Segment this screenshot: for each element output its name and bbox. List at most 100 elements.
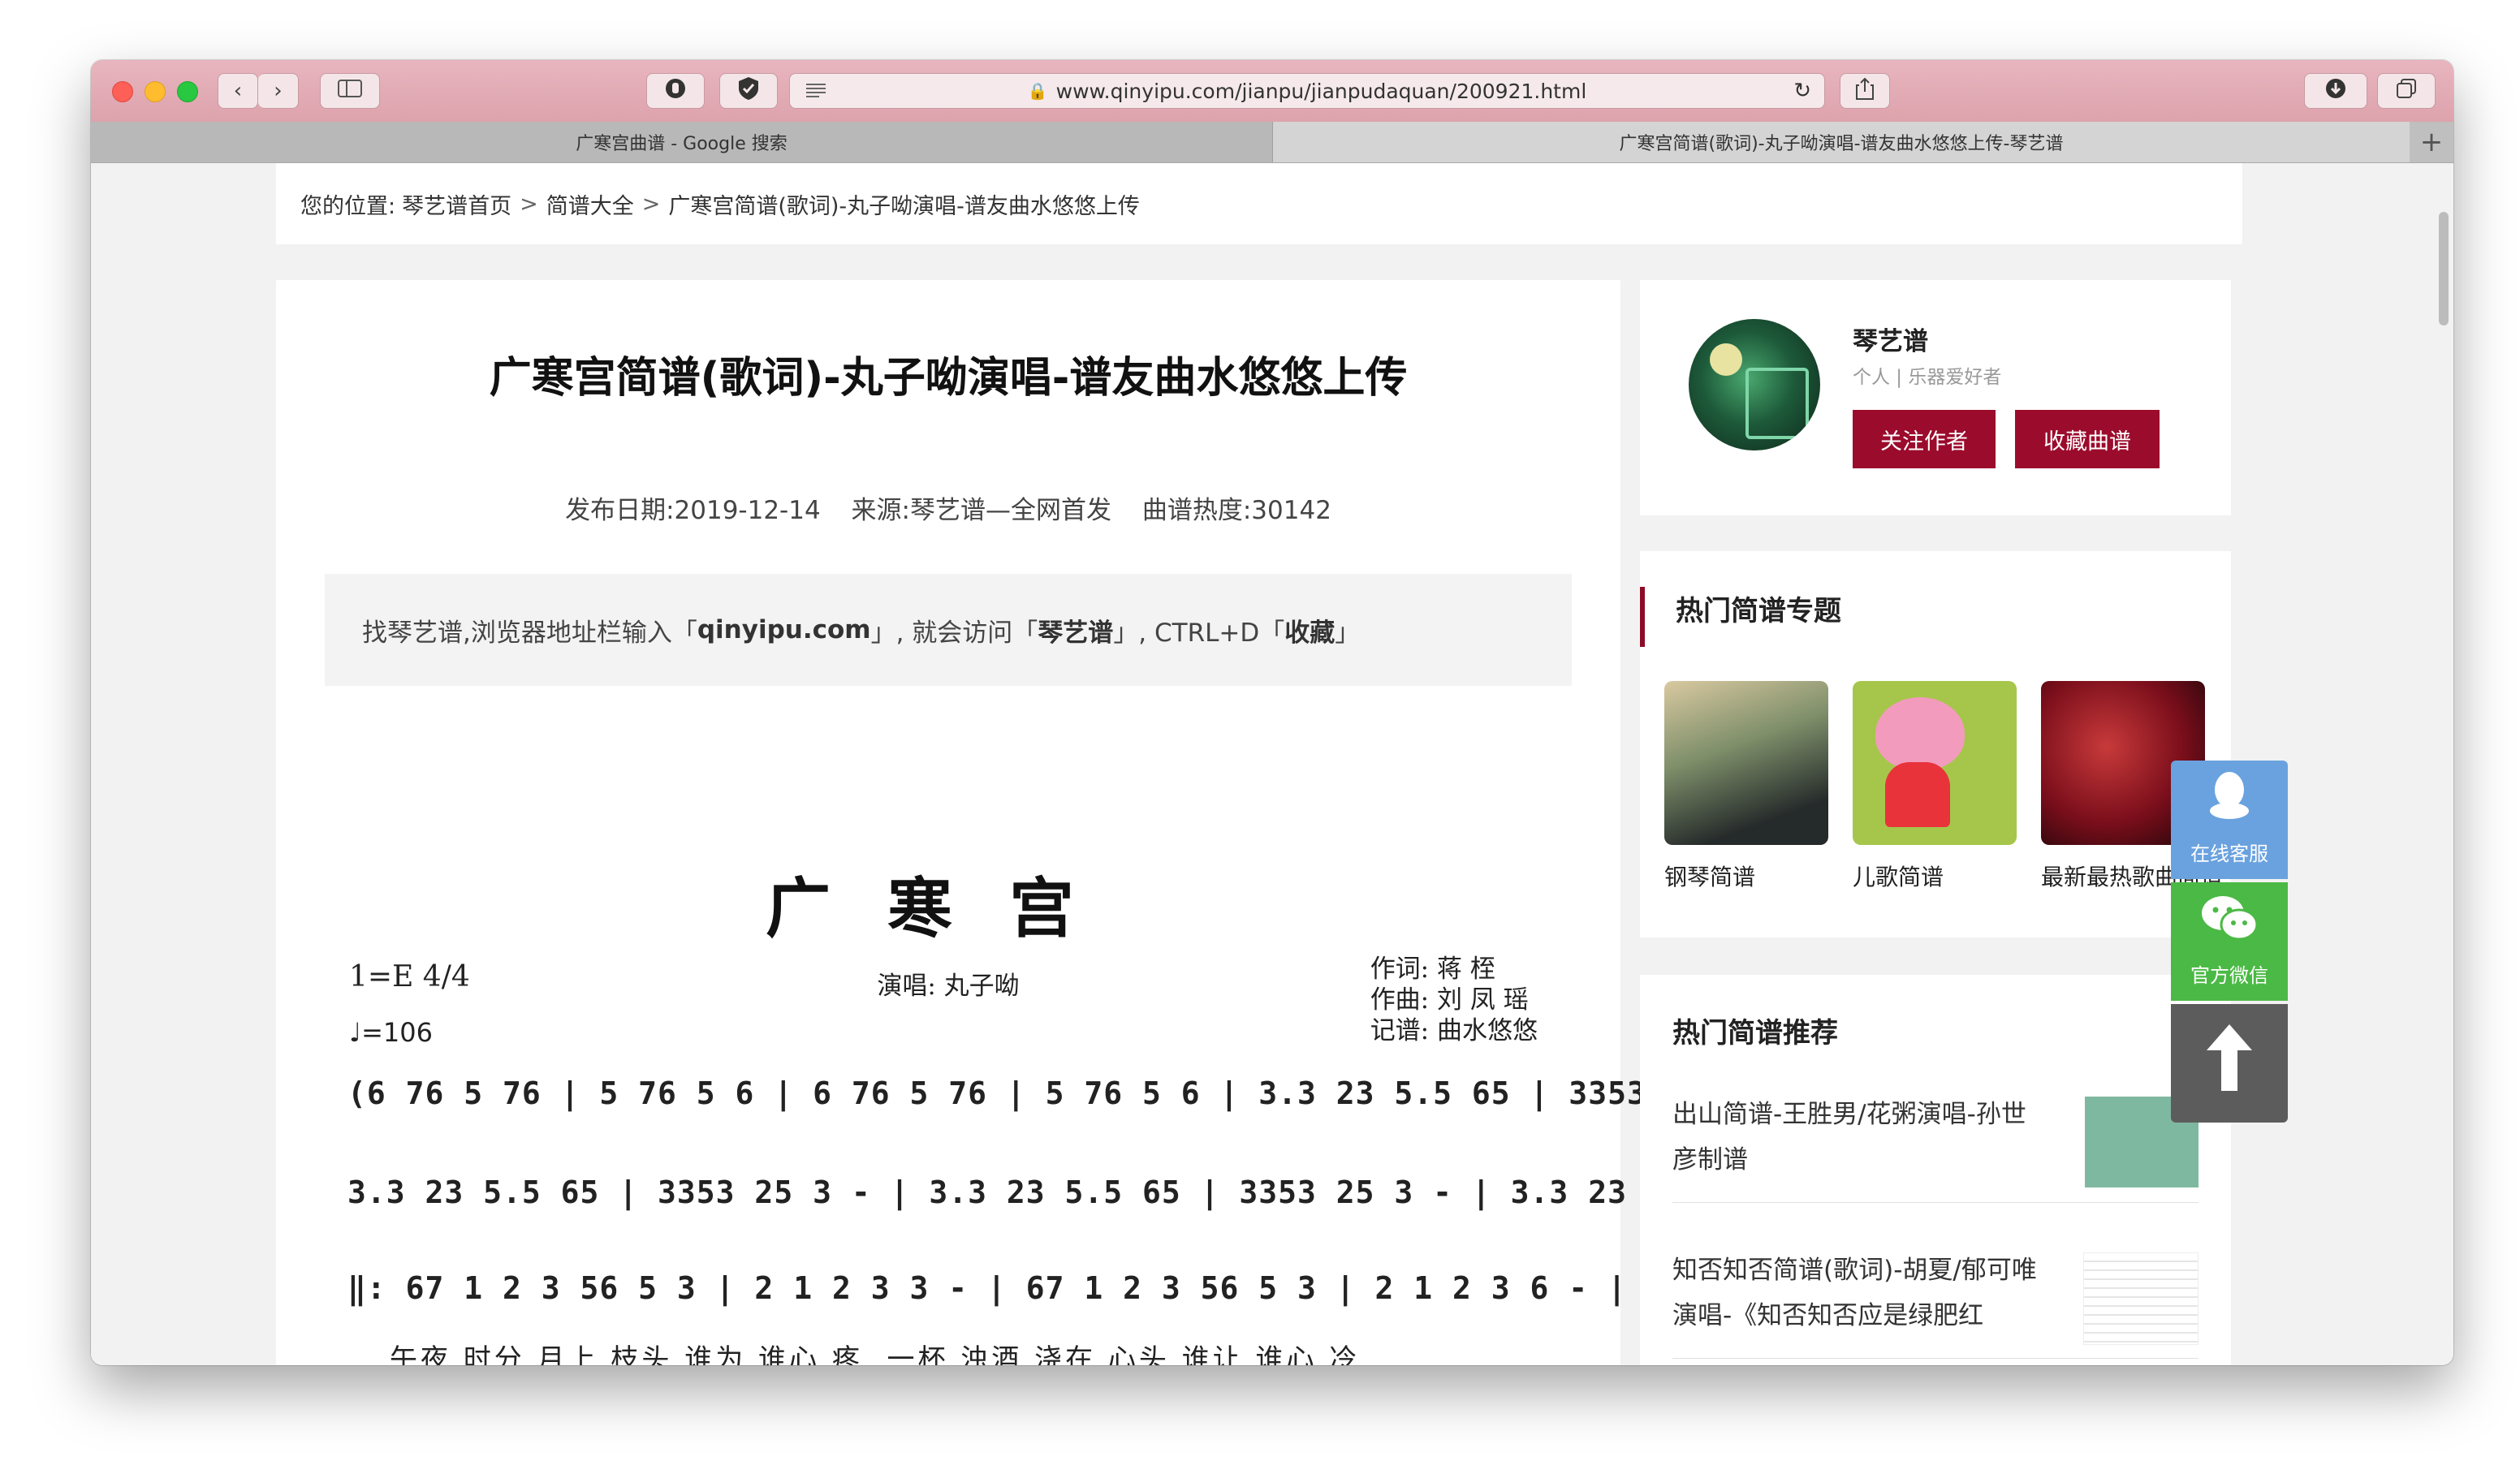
sheet-music-image: 广寒宫 1=E 4/4 ♩=106 演唱: 丸子呦 作词: 蒋 桎 作曲: 刘 … xyxy=(325,735,2072,1365)
piano-topic-thumbnail[interactable] xyxy=(1664,681,1828,845)
plus-icon: + xyxy=(2419,126,2444,158)
hand-icon xyxy=(664,77,687,106)
author-subtitle: 个人 | 乐器爱好者 xyxy=(1853,367,2002,388)
breadcrumb-separator: > xyxy=(520,191,538,217)
collect-score-button[interactable]: 收藏曲谱 xyxy=(2015,410,2160,468)
topic-label-kids[interactable]: 儿歌简谱 xyxy=(1853,860,1944,892)
notice-domain: qinyipu.com xyxy=(697,615,871,644)
reader-icon[interactable] xyxy=(805,80,827,103)
scrollbar[interactable] xyxy=(2439,212,2449,325)
list-item-line: 出山简谱-王胜男/花粥演唱-孙世 xyxy=(1672,1100,2026,1129)
address-bar[interactable]: 🔒 www.qinyipu.com/jianpu/jianpudaquan/20… xyxy=(789,73,1825,109)
hot-recommend-panel: 热门简谱推荐 出山简谱-王胜男/花粥演唱-孙世 彦制谱 知否知否简谱(歌词)-胡… xyxy=(1640,975,2231,1365)
tabs-icon xyxy=(2396,78,2417,105)
list-item-line: 彦制谱 xyxy=(1672,1145,1748,1174)
score-line: (6 76 5 76 | 5 76 5 6 | 6 76 5 76 | 5 76… xyxy=(347,1075,1821,1111)
hot-topics-title: 热门简谱专题 xyxy=(1676,595,1841,627)
forward-button[interactable]: › xyxy=(258,73,299,109)
list-item-thumbnail[interactable] xyxy=(2083,1252,2199,1345)
score-lyricist: 作词: 蒋 桎 xyxy=(1370,955,1495,984)
shield-check-icon xyxy=(737,76,760,106)
author-name[interactable]: 琴艺谱 xyxy=(1853,321,1928,357)
publish-date: 发布日期:2019-12-14 xyxy=(565,496,821,525)
close-window-button[interactable] xyxy=(112,81,133,102)
source: 来源:琴艺谱—全网首发 xyxy=(851,496,1111,525)
download-icon xyxy=(2324,77,2347,106)
topic-label-piano[interactable]: 钢琴简谱 xyxy=(1664,860,1755,892)
notice-site: 琴艺谱 xyxy=(1038,618,1114,648)
tab-overview-button[interactable] xyxy=(2377,73,2436,109)
list-item-line: 演唱-《知否知否应是绿肥红 xyxy=(1672,1301,1984,1330)
back-button[interactable]: ‹ xyxy=(218,73,258,109)
sidebar-icon xyxy=(338,79,362,103)
score-transcriber: 记谱: 曲水悠悠 xyxy=(1370,1016,1538,1045)
score-credits: 作词: 蒋 桎 作曲: 刘 凤 瑶 记谱: 曲水悠悠 xyxy=(1370,954,1538,1046)
moon-shape xyxy=(1710,343,1742,376)
article: 广寒宫简谱(歌词)-丸子呦演唱-谱友曲水悠悠上传 发布日期:2019-12-14… xyxy=(276,280,2072,1365)
minimize-window-button[interactable] xyxy=(145,81,166,102)
back-to-top-button[interactable] xyxy=(2171,1004,2288,1123)
list-item[interactable]: 出山简谱-王胜男/花粥演唱-孙世 彦制谱 xyxy=(1672,1092,2199,1203)
breadcrumb-separator: > xyxy=(641,191,661,217)
qq-icon xyxy=(2205,769,2254,830)
hot-topics-panel: 热门简谱专题 钢琴简谱 儿歌简谱 最新最热歌曲简谱 xyxy=(1640,551,2231,937)
notice-text: 找琴艺谱,浏览器地址栏输入「 xyxy=(362,618,697,648)
notice-action: 收藏 xyxy=(1284,618,1336,648)
kids-song-topic-thumbnail[interactable] xyxy=(1853,681,2017,845)
pig-shape xyxy=(1875,697,1965,770)
section-accent-bar xyxy=(1640,587,1645,647)
customer-service-label: 在线客服 xyxy=(2190,843,2268,865)
page-content: 您的位置: 琴艺谱首页 > 简谱大全 > 广寒宫简谱(歌词)-丸子呦演唱-谱友曲… xyxy=(91,163,2453,1365)
downloads-button[interactable] xyxy=(2304,73,2367,109)
shield-extension-button[interactable] xyxy=(719,73,778,109)
wechat-label: 官方微信 xyxy=(2190,964,2268,987)
tab-bar: 广寒宫曲谱 - Google 搜索 广寒宫简谱(歌词)-丸子呦演唱-谱友曲水悠悠… xyxy=(91,122,2453,163)
browser-toolbar: ‹ › 🔒 www.qinyipu.com/jianpu/jianpudaqua… xyxy=(91,60,2453,123)
list-item-title[interactable]: 知否知否简谱(歌词)-胡夏/郁可唯 演唱-《知否知否应是绿肥红 xyxy=(1672,1248,2062,1338)
page-title: 广寒宫简谱(歌词)-丸子呦演唱-谱友曲水悠悠上传 xyxy=(489,354,1408,403)
arrow-up-icon xyxy=(2203,1021,2255,1106)
score-tempo: ♩=106 xyxy=(349,1017,433,1048)
hot-recommend-title: 热门简谱推荐 xyxy=(1672,1017,1838,1049)
list-item-line: 知否知否简谱(歌词)-胡夏/郁可唯 xyxy=(1672,1256,2037,1285)
score-composer: 作曲: 刘 凤 瑶 xyxy=(1370,985,1529,1015)
score-lyrics: 午夜 时分 月上 枝头 谁为 谁心 疼, 一杯 浊酒 浇在 心头 谁让 谁心 冷… xyxy=(390,1343,1373,1365)
breadcrumb-home-link[interactable]: 琴艺谱首页 xyxy=(402,188,511,220)
breadcrumb-category-link[interactable]: 简谱大全 xyxy=(546,188,634,220)
follow-author-button[interactable]: 关注作者 xyxy=(1853,410,1996,468)
zoom-window-button[interactable] xyxy=(177,81,198,102)
avatar[interactable] xyxy=(1689,319,1820,450)
reload-icon[interactable]: ↻ xyxy=(1793,79,1811,103)
pig-dress-shape xyxy=(1885,762,1950,827)
author-card: 琴艺谱 个人 | 乐器爱好者 关注作者 收藏曲谱 xyxy=(1640,280,2231,515)
score-title: 广寒宫 xyxy=(766,870,1131,946)
notice-text: 」 xyxy=(1335,618,1361,648)
breadcrumb-current: 广寒宫简谱(歌词)-丸子呦演唱-谱友曲水悠悠上传 xyxy=(668,193,1140,219)
notice-text: 」, 就会访问「 xyxy=(870,618,1038,648)
privacy-extension-button[interactable] xyxy=(646,73,705,109)
customer-service-button[interactable]: 在线客服 xyxy=(2171,761,2288,879)
new-tab-button[interactable]: + xyxy=(2410,122,2453,162)
window-shape xyxy=(1745,368,1809,439)
breadcrumb: 您的位置: 琴艺谱首页 > 简谱大全 > 广寒宫简谱(歌词)-丸子呦演唱-谱友曲… xyxy=(276,163,2242,244)
chevron-left-icon: ‹ xyxy=(233,79,243,103)
url-text: www.qinyipu.com/jianpu/jianpudaquan/2009… xyxy=(1055,79,1587,103)
site-notice: 找琴艺谱,浏览器地址栏输入「 qinyipu.com 」, 就会访问「 琴艺谱 … xyxy=(325,574,1572,686)
tab-label: 广寒宫曲谱 - Google 搜索 xyxy=(576,134,788,154)
score-line: ‖: 67 1 2 3 56 5 3 | 2 1 2 3 3 - | 67 1 … xyxy=(347,1270,1627,1306)
list-item-title[interactable]: 出山简谱-王胜男/花粥演唱-孙世 彦制谱 xyxy=(1672,1092,2062,1183)
article-meta: 发布日期:2019-12-14 来源:琴艺谱—全网首发 曲谱热度:30142 xyxy=(276,489,1620,526)
lock-icon: 🔒 xyxy=(1027,81,1048,101)
list-item[interactable]: 知否知否简谱(歌词)-胡夏/郁可唯 演唱-《知否知否应是绿肥红 xyxy=(1672,1248,2199,1359)
wechat-icon xyxy=(2200,894,2259,951)
share-button[interactable] xyxy=(1840,73,1890,109)
tab-google-search[interactable]: 广寒宫曲谱 - Google 搜索 xyxy=(91,122,1273,162)
browser-window: ‹ › 🔒 www.qinyipu.com/jianpu/jianpudaqua… xyxy=(91,60,2453,1365)
notice-text: 」, CTRL+D「 xyxy=(1113,618,1285,648)
tab-current-page[interactable]: 广寒宫简谱(歌词)-丸子呦演唱-谱友曲水悠悠上传-琴艺谱 xyxy=(1273,122,2410,162)
sidebar-toggle-button[interactable] xyxy=(320,73,380,109)
wechat-button[interactable]: 官方微信 xyxy=(2171,882,2288,1001)
tab-label: 广寒宫简谱(歌词)-丸子呦演唱-谱友曲水悠悠上传-琴艺谱 xyxy=(1619,134,2064,154)
popularity: 曲谱热度:30142 xyxy=(1141,496,1331,525)
chevron-right-icon: › xyxy=(274,79,283,103)
